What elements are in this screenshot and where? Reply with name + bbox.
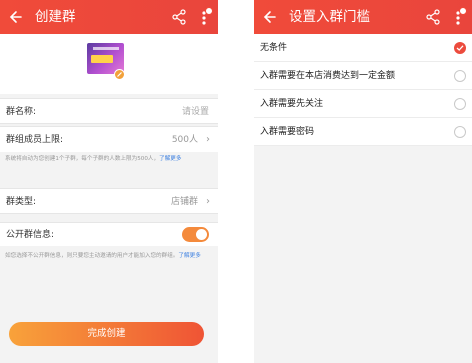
share-icon[interactable] <box>424 8 442 26</box>
join-threshold-screen: 设置入群门槛 无条件 入群需要在本店消费达到一定金额 入群需要先关注 入群需要密… <box>254 0 472 363</box>
member-limit-note: 系统将自动为您创建1个子群，每个子群的人数上限为500人，了解更多 <box>5 155 211 164</box>
radio-unselected[interactable] <box>454 70 466 82</box>
notification-dot <box>205 7 213 15</box>
group-type-label: 群类型: <box>6 197 37 207</box>
group-type-row[interactable]: 群类型: 店铺群 › <box>0 188 218 214</box>
public-info-note: 如您选择不公开群信息，则只要您主动邀请的用户才能加入您的群组。了解更多 <box>5 252 211 261</box>
radio-selected[interactable] <box>454 42 466 54</box>
share-icon[interactable] <box>170 8 188 26</box>
member-limit-row[interactable]: 群组成员上限: 500人 › <box>0 126 218 152</box>
public-info-label: 公开群信息: <box>6 230 55 240</box>
radio-unselected[interactable] <box>454 98 466 110</box>
learn-more-link[interactable]: 了解更多 <box>159 156 181 162</box>
option-row[interactable]: 入群需要先关注 <box>254 90 472 118</box>
option-row[interactable]: 入群需要密码 <box>254 118 472 146</box>
top-bar: 创建群 <box>0 0 218 34</box>
check-icon <box>456 45 464 51</box>
submit-button[interactable]: 完成创建 <box>9 322 204 346</box>
page-title: 创建群 <box>35 9 76 25</box>
toggle-knob <box>196 229 207 240</box>
public-info-toggle[interactable] <box>182 227 209 242</box>
public-info-row: 公开群信息: <box>0 222 218 246</box>
group-type-value: 店铺群 <box>170 197 198 207</box>
back-arrow-icon[interactable] <box>260 6 282 28</box>
member-limit-note-text: 系统将自动为您创建1个子群，每个子群的人数上限为500人， <box>5 156 160 162</box>
group-name-input[interactable]: 请设置 <box>182 99 209 125</box>
option-label: 入群需要密码 <box>260 127 315 137</box>
create-group-screen: 创建群 群名称: 请设置 群组成员上限: 500人 › 系统将自动为您创建1个子… <box>0 0 218 363</box>
option-row[interactable]: 无条件 <box>254 34 472 62</box>
top-bar: 设置入群门槛 <box>254 0 472 34</box>
chevron-right-icon: › <box>206 134 210 145</box>
back-arrow-icon[interactable] <box>6 6 28 28</box>
option-label: 无条件 <box>260 43 288 53</box>
radio-unselected[interactable] <box>454 126 466 138</box>
avatar-tag <box>91 55 113 63</box>
public-info-note-text: 如您选择不公开群信息，则只要您主动邀请的用户才能加入您的群组。 <box>5 253 179 259</box>
avatar-banner <box>93 47 119 50</box>
edit-pencil-icon[interactable] <box>114 69 125 80</box>
option-label: 入群需要在本店消费达到一定金额 <box>260 71 396 81</box>
option-row[interactable]: 入群需要在本店消费达到一定金额 <box>254 62 472 90</box>
member-limit-label: 群组成员上限: <box>6 135 64 145</box>
page-title: 设置入群门槛 <box>289 9 370 25</box>
chevron-right-icon: › <box>206 196 210 207</box>
option-label: 入群需要先关注 <box>260 99 324 109</box>
group-name-label: 群名称: <box>6 107 37 117</box>
group-name-row[interactable]: 群名称: 请设置 <box>0 98 218 124</box>
notification-dot <box>459 7 467 15</box>
learn-more-link[interactable]: 了解更多 <box>178 253 200 259</box>
group-avatar-section <box>0 34 218 94</box>
member-limit-value: 500人 <box>171 135 198 145</box>
